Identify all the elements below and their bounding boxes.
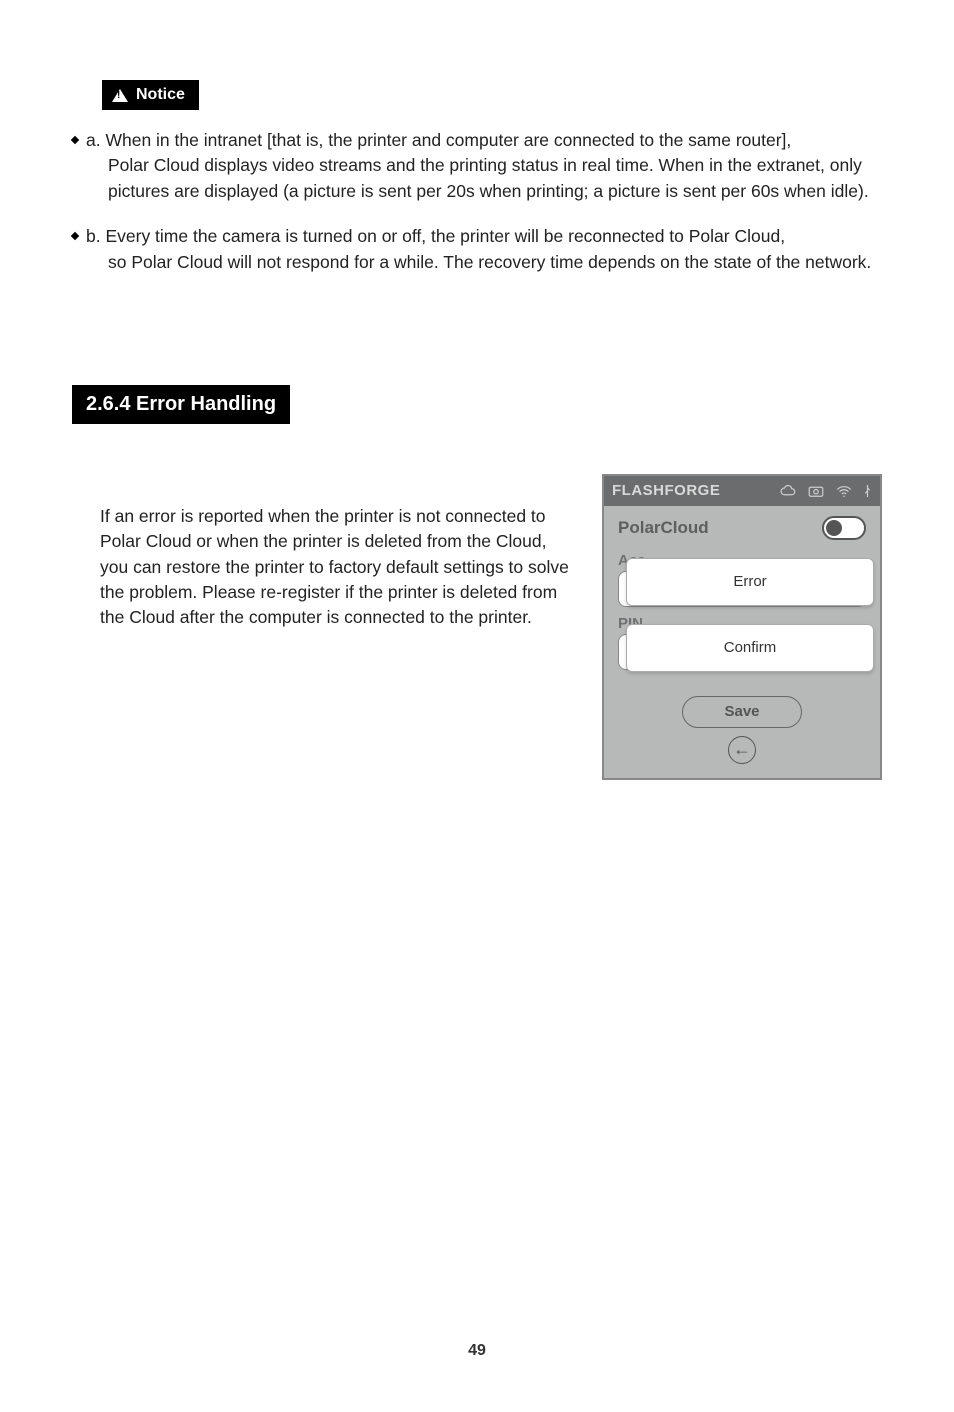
device-form: Acc PIN Error Confirm (604, 546, 880, 684)
polarcloud-title: PolarCloud (618, 518, 709, 538)
polarcloud-toggle[interactable] (822, 516, 866, 540)
back-button[interactable]: ← (728, 736, 756, 764)
account-label: Acc (618, 552, 866, 569)
camera-icon (807, 483, 825, 499)
notice-a-rest: Polar Cloud displays video streams and t… (86, 153, 882, 204)
notice-b-line1: b. Every time the camera is turned on or… (86, 226, 785, 246)
notice-label: Notice (136, 86, 185, 104)
section-heading: 2.6.4 Error Handling (72, 385, 290, 424)
save-button[interactable]: Save (682, 696, 802, 728)
usb-icon (863, 483, 872, 499)
notice-item-a: a. When in the intranet [that is, the pr… (72, 128, 882, 204)
pin-field[interactable] (618, 634, 866, 670)
brand-label: FLASHFORGE (612, 482, 769, 499)
notice-b-rest: so Polar Cloud will not respond for a wh… (86, 250, 882, 275)
account-field[interactable] (618, 571, 866, 607)
cloud-icon (779, 483, 797, 499)
device-statusbar: FLASHFORGE (604, 476, 880, 506)
bullet-icon (71, 136, 79, 144)
page-number: 49 (0, 1342, 954, 1360)
notice-item-b: b. Every time the camera is turned on or… (72, 224, 882, 275)
notice-badge: Notice (102, 80, 199, 110)
notice-list: a. When in the intranet [that is, the pr… (72, 128, 882, 275)
notice-a-line1: a. When in the intranet [that is, the pr… (86, 130, 791, 150)
device-screen: FLASHFORGE PolarCloud Acc PIN Error Conf… (602, 474, 882, 780)
pin-label: PIN (618, 615, 866, 632)
polarcloud-row: PolarCloud (604, 506, 880, 546)
body-paragraph: If an error is reported when the printer… (72, 474, 578, 631)
warning-icon (112, 89, 128, 102)
bullet-icon (71, 232, 79, 240)
wifi-icon (835, 483, 853, 499)
